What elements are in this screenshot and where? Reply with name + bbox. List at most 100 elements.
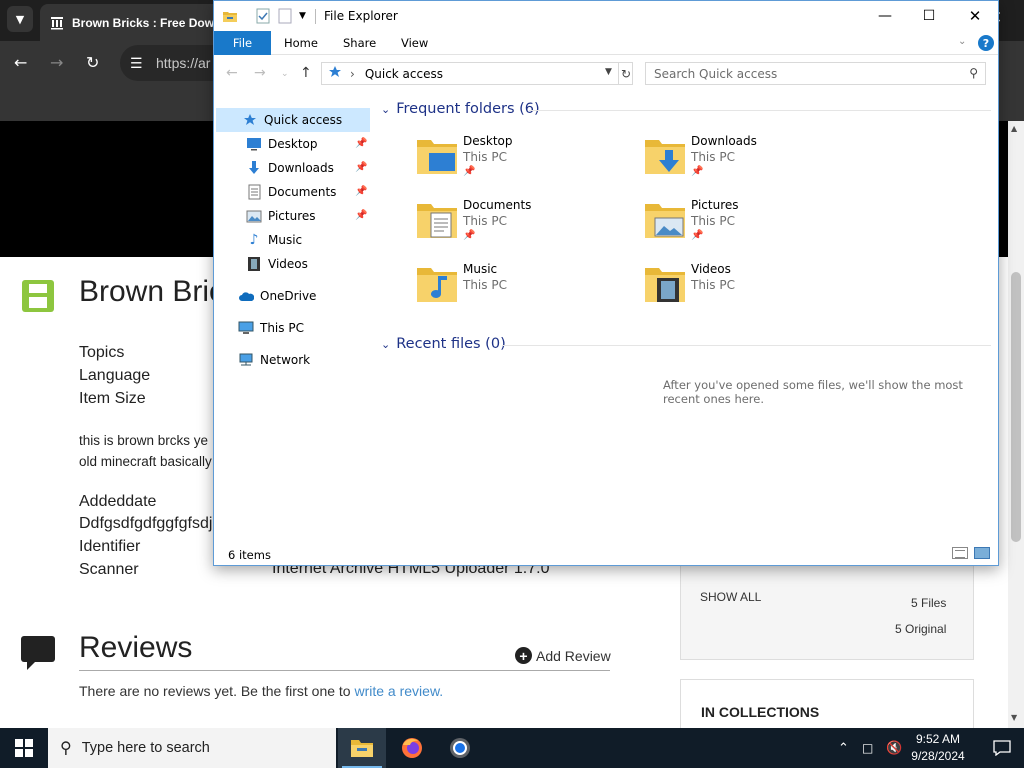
refresh-icon[interactable]: ↻ xyxy=(618,63,633,84)
search-placeholder: Search Quick access xyxy=(654,66,778,81)
show-all-link[interactable]: SHOW ALL xyxy=(700,590,761,604)
download-arrow-icon xyxy=(246,160,262,176)
meta-label-addeddate: Addeddate xyxy=(79,493,157,510)
nav-item-network[interactable]: Network xyxy=(238,348,310,372)
meta-label-scanner: Scanner xyxy=(79,561,139,578)
quick-access-star-icon xyxy=(242,112,258,128)
forward-arrow-icon[interactable]: → xyxy=(50,53,63,72)
folder-name: Videos xyxy=(691,262,731,276)
nav-item-this-pc[interactable]: This PC xyxy=(238,316,304,340)
folder-tile-pictures[interactable]: Pictures This PC 📌 xyxy=(643,198,863,250)
qat-customize-icon[interactable]: ▼ xyxy=(299,8,306,24)
nav-item-pictures[interactable]: Pictures xyxy=(246,204,316,228)
show-hidden-icons[interactable]: ⌃ xyxy=(838,728,849,768)
notification-center-button[interactable] xyxy=(980,728,1024,768)
breadcrumb-location[interactable]: Quick access xyxy=(365,67,443,81)
scroll-down-icon[interactable]: ▼ xyxy=(1011,713,1017,722)
reload-icon[interactable]: ↻ xyxy=(86,53,99,72)
notification-icon xyxy=(993,740,1011,756)
new-folder-qat-icon[interactable] xyxy=(278,8,292,24)
recent-files-label: Recent files (0) xyxy=(396,336,506,352)
page-scroll-thumb[interactable] xyxy=(1011,272,1021,542)
plus-icon: + xyxy=(515,647,532,664)
window-title: File Explorer xyxy=(324,9,398,23)
explorer-titlebar[interactable]: ▼ File Explorer — ☐ ✕ xyxy=(214,1,998,31)
system-clock[interactable]: 9:52 AM 9/28/2024 xyxy=(900,731,976,765)
address-bar[interactable]: › Quick access ▼ ↻ xyxy=(321,62,633,85)
reviews-heading: Reviews xyxy=(79,631,193,664)
qat-separator xyxy=(315,9,316,24)
expand-ribbon-icon[interactable]: ⌄ xyxy=(958,36,966,47)
folder-tile-documents[interactable]: Documents This PC 📌 xyxy=(415,198,635,250)
pin-icon[interactable]: 📌 xyxy=(355,138,367,149)
desktop-folder-icon xyxy=(417,140,457,174)
nav-item-downloads[interactable]: Downloads xyxy=(246,156,334,180)
tab-search-button[interactable]: ▼ xyxy=(7,6,33,32)
add-review-button[interactable]: + Add Review xyxy=(515,647,611,664)
tab-file[interactable]: File xyxy=(214,31,271,55)
taskbar-file-explorer[interactable] xyxy=(338,728,386,768)
details-view-icon[interactable] xyxy=(952,547,968,559)
taskbar-firefox[interactable] xyxy=(388,728,436,768)
folder-tile-downloads[interactable]: Downloads This PC 📌 xyxy=(643,134,863,186)
firefox-icon xyxy=(402,738,422,758)
start-button[interactable] xyxy=(0,728,48,768)
file-explorer-window: ▼ File Explorer — ☐ ✕ File Home Share Vi… xyxy=(213,0,999,566)
forward-icon[interactable]: → xyxy=(254,65,266,81)
folder-tile-videos[interactable]: Videos This PC xyxy=(643,262,863,314)
nav-item-onedrive[interactable]: OneDrive xyxy=(238,284,316,308)
reviews-icon xyxy=(21,636,55,670)
nav-item-desktop[interactable]: Desktop xyxy=(246,132,318,156)
recent-locations-icon[interactable]: ⌄ xyxy=(281,69,289,79)
nav-item-music[interactable]: ♪ Music xyxy=(246,228,303,252)
close-icon[interactable]: ✕ xyxy=(952,5,998,27)
search-input[interactable]: Search Quick access ⚲ xyxy=(645,62,986,85)
tab-home[interactable]: Home xyxy=(284,31,318,55)
nav-item-label: Network xyxy=(260,353,311,367)
quick-access-star-icon xyxy=(328,65,342,82)
back-arrow-icon[interactable]: ← xyxy=(14,53,27,72)
downloads-folder-icon xyxy=(645,140,685,174)
meta-label-custom: Ddfgsdfgdfggfgfsdj xyxy=(79,515,213,532)
nav-item-videos[interactable]: Videos xyxy=(246,252,308,276)
collapse-chevron-icon[interactable]: ⌄ xyxy=(381,103,390,116)
up-arrow-icon[interactable]: ↑ xyxy=(300,65,312,81)
folder-location: This PC xyxy=(463,278,507,292)
minimize-icon[interactable]: — xyxy=(862,5,908,27)
network-status-icon[interactable]: □ xyxy=(862,728,873,768)
item-title: Brown Bric xyxy=(79,275,225,308)
nav-item-quick-access[interactable]: Quick access xyxy=(216,108,370,132)
folder-name: Documents xyxy=(463,198,532,212)
large-icons-view-icon[interactable] xyxy=(974,547,990,559)
browser-url: https://ar xyxy=(156,55,211,71)
music-note-icon: ♪ xyxy=(249,232,259,248)
item-description-line: this is brown brcks ye xyxy=(79,433,209,448)
nav-item-documents[interactable]: Documents xyxy=(246,180,336,204)
pin-icon[interactable]: 📌 xyxy=(355,162,367,173)
taskbar-chrome[interactable] xyxy=(436,728,484,768)
recent-files-header[interactable]: ⌄ Recent files (0) xyxy=(381,336,506,352)
meta-label-item-size: Item Size xyxy=(79,390,146,407)
clock-date: 9/28/2024 xyxy=(911,749,965,763)
maximize-icon[interactable]: ☐ xyxy=(906,5,952,27)
tab-view[interactable]: View xyxy=(401,31,428,55)
taskbar-search-input[interactable]: ⚲ Type here to search xyxy=(48,728,336,768)
write-review-link[interactable]: write a review. xyxy=(354,683,443,699)
help-button[interactable]: ? xyxy=(978,35,994,51)
tab-share[interactable]: Share xyxy=(343,31,376,55)
software-item-icon xyxy=(22,280,54,312)
search-icon[interactable]: ⚲ xyxy=(969,66,978,80)
properties-icon[interactable] xyxy=(256,8,270,24)
pin-icon[interactable]: 📌 xyxy=(355,210,367,221)
pin-icon[interactable]: 📌 xyxy=(355,186,367,197)
back-icon[interactable]: ← xyxy=(226,65,238,81)
breadcrumb-chevron-icon[interactable]: › xyxy=(350,67,355,81)
folder-tile-music[interactable]: Music This PC xyxy=(415,262,635,314)
collapse-chevron-icon[interactable]: ⌄ xyxy=(381,338,390,351)
browser-tab[interactable]: Brown Bricks : Free Downl xyxy=(40,4,240,41)
scroll-up-icon[interactable]: ▲ xyxy=(1011,124,1017,133)
address-dropdown-icon[interactable]: ▼ xyxy=(605,67,612,77)
site-settings-icon[interactable]: ☰ xyxy=(130,55,148,72)
frequent-folders-header[interactable]: ⌄ Frequent folders (6) xyxy=(381,101,540,117)
folder-tile-desktop[interactable]: Desktop This PC 📌 xyxy=(415,134,635,186)
